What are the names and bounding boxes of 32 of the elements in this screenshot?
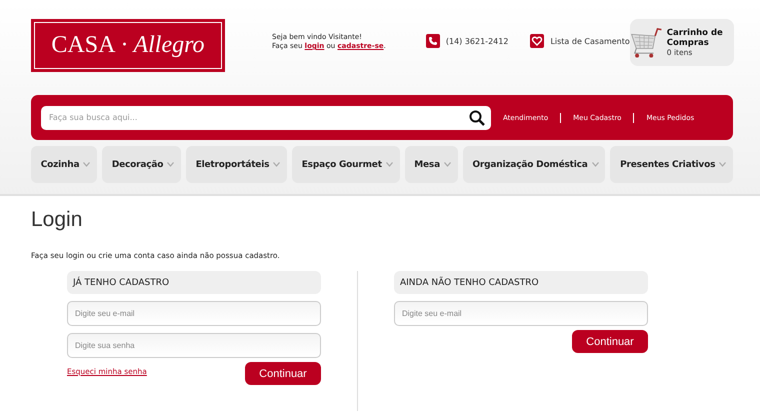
panel-heading: JÁ TENHO CADASTRO [67,271,321,294]
search-box[interactable]: Faça sua busca aqui... [41,106,491,130]
caret-icon [592,162,599,167]
caret-icon [273,162,280,167]
category-menu-item[interactable]: Mesa [404,146,458,183]
wedding-list-link[interactable]: Lista de Casamento [550,36,630,46]
input-field[interactable]: Digite seu e-mail [394,301,648,326]
continue-button[interactable]: Continuar [245,362,321,385]
logo[interactable]: CASA · Allegro [31,19,225,72]
search-icon[interactable] [469,110,485,126]
category-menu-item[interactable]: Organização Doméstica [462,146,606,183]
panel-heading: AINDA NÃO TENHO CADASTRO [394,271,648,294]
caret-icon [386,162,393,167]
cart-title: Carrinho de Compras [666,28,724,48]
category-menu-item[interactable]: Cozinha [31,146,98,183]
heart-icon [530,34,544,48]
search-field[interactable]: Faça sua busca aqui... [47,112,469,123]
input-field[interactable]: Digite sua senha [67,333,321,358]
caret-icon [83,162,90,167]
phone-number: (14) 3621-2412 [446,36,508,46]
phone-icon [426,34,440,48]
caret-icon [444,162,451,167]
category-menu-item[interactable]: Eletroportáteis [186,146,287,183]
category-menu-item[interactable]: Presentes Criativos [610,146,733,183]
shopping-cart-icon [630,26,663,60]
page-title: Login [31,208,84,232]
category-menu-item[interactable]: Decoração [102,146,181,183]
category-menu-item[interactable]: Espaço Gourmet [292,146,400,183]
caret-icon [167,162,174,167]
caret-icon [719,162,726,167]
continue-button[interactable]: Continuar [572,330,648,353]
input-field[interactable]: Digite seu e-mail [67,301,321,326]
